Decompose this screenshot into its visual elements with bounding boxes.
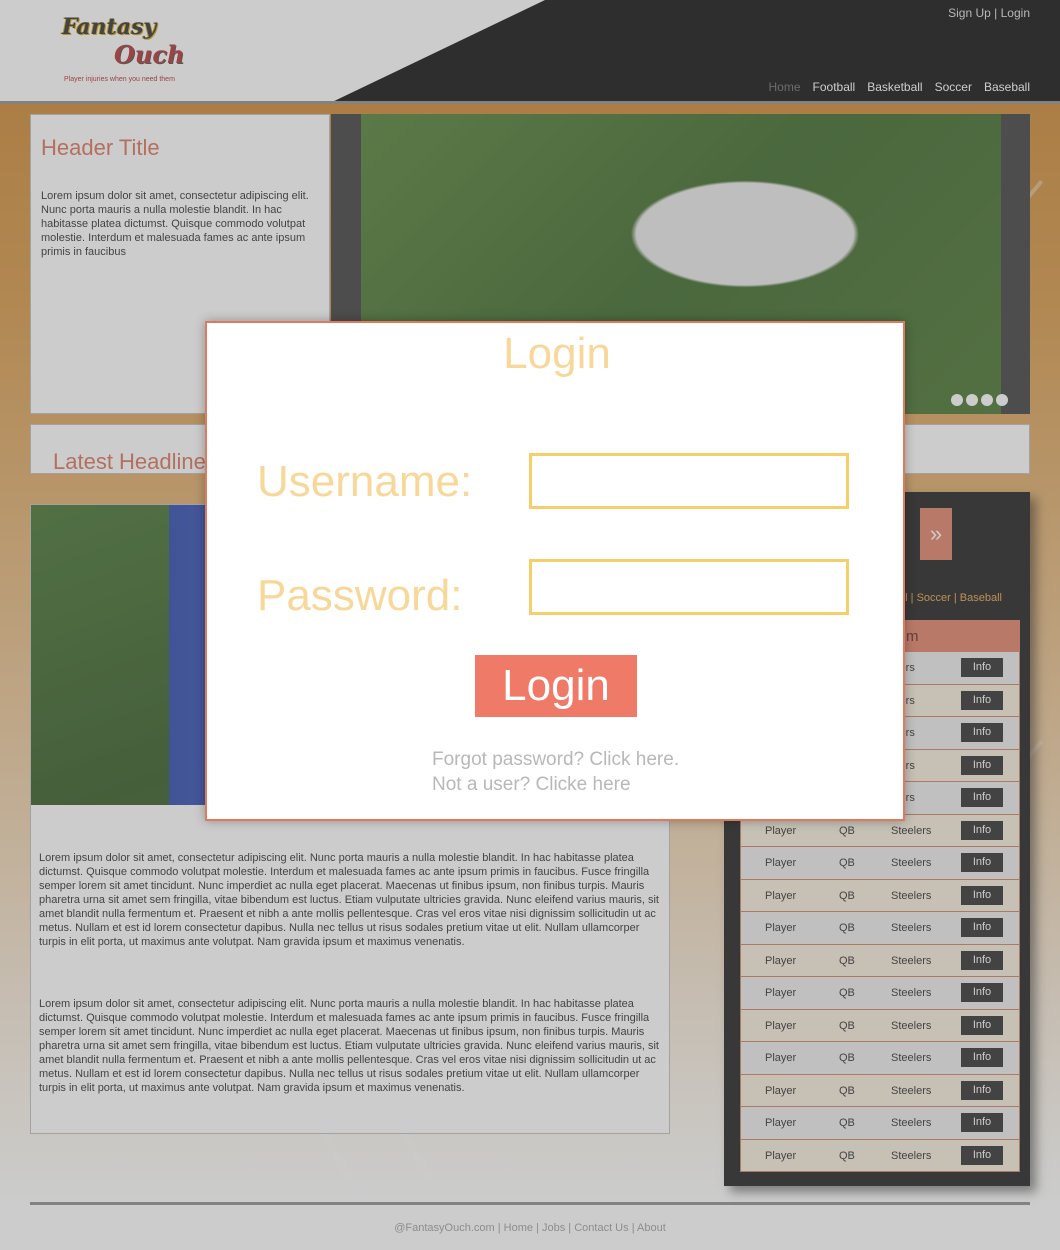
forgot-password-link[interactable]: Forgot password? Click here. (432, 747, 679, 772)
login-help-links: Forgot password? Click here. Not a user?… (432, 747, 679, 797)
login-modal: Login Username: Password: Login Forgot p… (205, 321, 905, 821)
password-input[interactable] (529, 559, 849, 615)
username-input[interactable] (529, 453, 849, 509)
login-button[interactable]: Login (475, 655, 637, 717)
login-modal-title: Login (503, 329, 611, 378)
username-label: Username: (257, 457, 473, 506)
register-link[interactable]: Not a user? Clicke here (432, 772, 679, 797)
password-label: Password: (257, 571, 463, 620)
